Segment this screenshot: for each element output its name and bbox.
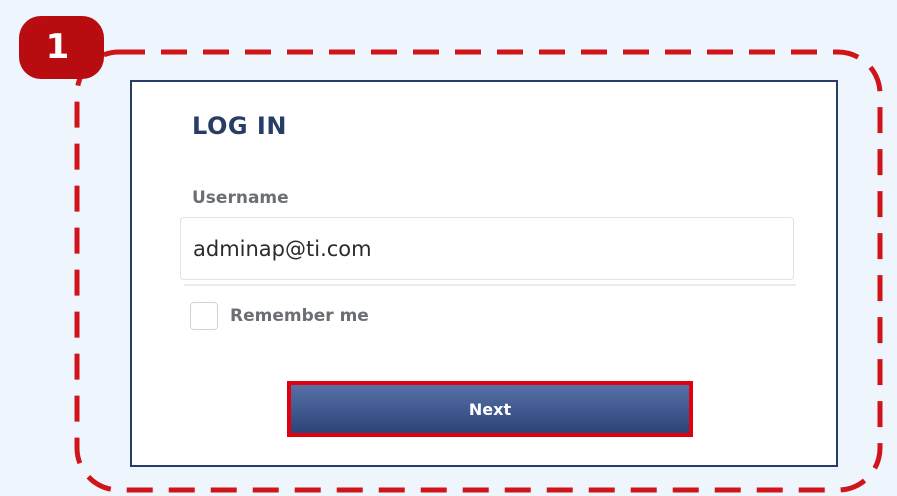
remember-me-label[interactable]: Remember me xyxy=(230,306,369,326)
step-number-badge: 1 xyxy=(19,16,104,79)
login-title: LOG IN xyxy=(192,112,287,140)
next-button[interactable]: Next xyxy=(287,381,693,437)
username-input[interactable] xyxy=(180,217,794,280)
login-card: LOG IN Username Remember me Next xyxy=(130,80,838,467)
username-label: Username xyxy=(192,188,289,208)
remember-me-row[interactable]: Remember me xyxy=(190,302,369,330)
remember-me-checkbox[interactable] xyxy=(190,302,218,330)
input-underline xyxy=(184,284,796,286)
